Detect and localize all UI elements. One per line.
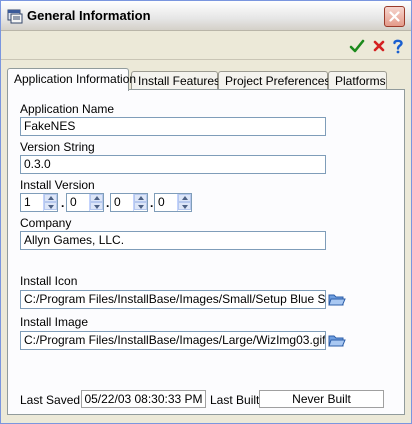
tab-label: Application Information — [14, 72, 137, 86]
application-name-label: Application Name — [20, 102, 115, 116]
folder-open-icon[interactable] — [328, 334, 346, 348]
version-string-label: Version String — [20, 140, 95, 154]
version-separator: . — [150, 196, 154, 210]
stepper-down-arrow-icon[interactable] — [178, 202, 191, 210]
close-icon — [389, 11, 400, 22]
stepper-up-arrow-icon[interactable] — [134, 194, 147, 202]
last-saved-value: 05/22/03 08:30:33 PM — [81, 390, 206, 408]
title-bar: General Information — [1, 1, 411, 31]
last-built-value: Never Built — [259, 390, 384, 408]
company-label: Company — [20, 216, 72, 230]
stepper-value: 0 — [158, 195, 165, 209]
tab-label: Platforms — [335, 74, 386, 88]
stepper-arrows — [89, 194, 103, 211]
toolbar — [1, 32, 411, 60]
install-version-label: Install Version — [20, 178, 95, 192]
company-input[interactable]: Allyn Games, LLC. — [20, 231, 326, 250]
stepper-up-arrow-icon[interactable] — [178, 194, 191, 202]
tab-label: Project Preferences — [225, 74, 331, 88]
general-information-window: General Information Application Informat… — [0, 0, 412, 424]
stepper-down-arrow-icon[interactable] — [134, 202, 147, 210]
install-version-build-stepper[interactable]: 0 — [110, 193, 148, 212]
tab-platforms[interactable]: Platforms — [328, 71, 387, 90]
install-version-minor-stepper[interactable]: 0 — [66, 193, 104, 212]
version-string-input[interactable]: 0.3.0 — [20, 155, 326, 174]
window-title: General Information — [27, 8, 151, 23]
close-button[interactable] — [384, 6, 405, 27]
application-name-input[interactable]: FakeNES — [20, 117, 326, 136]
application-information-panel: Application Name FakeNES Version String … — [7, 89, 405, 415]
checkmark-icon[interactable] — [349, 38, 365, 54]
install-image-path-input[interactable]: C:/Program Files/InstallBase/Images/Larg… — [20, 331, 326, 350]
stepper-arrows — [43, 194, 57, 211]
stepper-value: 0 — [70, 195, 77, 209]
stepper-arrows — [177, 194, 191, 211]
stepper-up-arrow-icon[interactable] — [90, 194, 103, 202]
version-separator: . — [61, 196, 65, 210]
last-saved-label: Last Saved: — [20, 393, 84, 407]
stepper-down-arrow-icon[interactable] — [44, 202, 57, 210]
tab-application-information[interactable]: Application Information — [7, 68, 136, 91]
stepper-down-arrow-icon[interactable] — [90, 202, 103, 210]
version-separator: . — [106, 196, 110, 210]
folder-open-icon[interactable] — [328, 293, 346, 307]
question-icon[interactable] — [390, 38, 406, 54]
stepper-up-arrow-icon[interactable] — [44, 194, 57, 202]
install-icon-path-input[interactable]: C:/Program Files/InstallBase/Images/Smal… — [20, 290, 326, 309]
tab-strip: Application Information Install Features… — [7, 68, 405, 91]
red-x-icon[interactable] — [371, 38, 387, 54]
stepper-value: 0 — [114, 195, 121, 209]
stepper-value: 1 — [24, 195, 31, 209]
install-version-revision-stepper[interactable]: 0 — [154, 193, 192, 212]
last-built-label: Last Built: — [210, 393, 263, 407]
tab-project-preferences[interactable]: Project Preferences — [218, 71, 331, 90]
stepper-arrows — [133, 194, 147, 211]
install-image-label: Install Image — [20, 315, 89, 329]
app-window-icon — [7, 9, 23, 24]
install-version-major-stepper[interactable]: 1 — [20, 193, 58, 212]
tab-label: Install Features — [138, 74, 221, 88]
install-icon-label: Install Icon — [20, 274, 78, 288]
tab-install-features[interactable]: Install Features — [131, 71, 221, 90]
